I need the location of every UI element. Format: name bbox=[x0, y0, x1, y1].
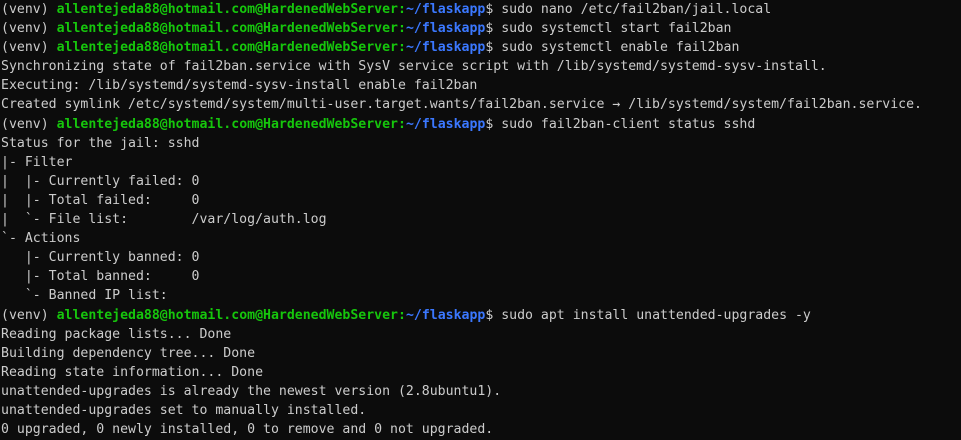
output-line: | |- Total failed: 0 bbox=[1, 192, 200, 208]
output-line: unattended-upgrades is already the newes… bbox=[1, 383, 502, 399]
prompt-line: (venv) allentejeda88@hotmail.com@Hardene… bbox=[1, 19, 961, 38]
prompt-user-host: allentejeda88@hotmail.com@HardenedWebSer… bbox=[56, 116, 398, 132]
prompt-path: ~/flaskapp bbox=[405, 21, 486, 37]
prompt-venv: (venv) bbox=[1, 40, 57, 56]
output-line: |- Currently banned: 0 bbox=[1, 250, 200, 266]
output-line: `- Banned IP list: bbox=[1, 288, 168, 304]
prompt-separator: : bbox=[397, 40, 406, 56]
command-text: sudo apt install unattended-upgrades -y bbox=[501, 307, 811, 323]
prompt-user-host: allentejeda88@hotmail.com@HardenedWebSer… bbox=[56, 307, 398, 323]
prompt-symbol: $ bbox=[485, 21, 502, 37]
prompt-venv: (venv) bbox=[1, 21, 57, 37]
prompt-symbol: $ bbox=[485, 307, 502, 323]
command-text: sudo systemctl enable fail2ban bbox=[501, 40, 740, 56]
prompt-symbol: $ bbox=[485, 2, 502, 17]
prompt-separator: : bbox=[397, 307, 406, 323]
prompt-venv: (venv) bbox=[1, 2, 57, 17]
output-line: Reading state information... Done bbox=[1, 364, 264, 380]
prompt-symbol: $ bbox=[485, 116, 502, 132]
command-text: sudo fail2ban-client status sshd bbox=[501, 116, 756, 132]
prompt-user-host: allentejeda88@hotmail.com@HardenedWebSer… bbox=[56, 21, 398, 37]
output-line: Created symlink /etc/systemd/system/mult… bbox=[1, 97, 922, 113]
prompt-venv: (venv) bbox=[1, 116, 57, 132]
prompt-path: ~/flaskapp bbox=[405, 40, 486, 56]
command-text: sudo systemctl start fail2ban bbox=[501, 21, 732, 37]
output-line: Synchronizing state of fail2ban.service … bbox=[1, 59, 827, 75]
command-text: sudo nano /etc/fail2ban/jail.local bbox=[501, 2, 772, 17]
output-line: | |- Currently failed: 0 bbox=[1, 173, 200, 189]
output-line: `- Actions bbox=[1, 231, 81, 247]
prompt-symbol: $ bbox=[485, 40, 502, 56]
output-line: Executing: /lib/systemd/systemd-sysv-ins… bbox=[1, 78, 478, 94]
prompt-separator: : bbox=[397, 116, 406, 132]
prompt-path: ~/flaskapp bbox=[405, 116, 486, 132]
output-line: | `- File list: /var/log/auth.log bbox=[1, 212, 327, 228]
prompt-path: ~/flaskapp bbox=[405, 307, 486, 323]
prompt-separator: : bbox=[397, 21, 406, 37]
prompt-line: (venv) allentejeda88@hotmail.com@Hardene… bbox=[1, 38, 961, 57]
output-line: Reading package lists... Done bbox=[1, 326, 232, 342]
prompt-line: (venv) allentejeda88@hotmail.com@Hardene… bbox=[1, 115, 961, 134]
prompt-path: ~/flaskapp bbox=[405, 2, 486, 17]
output-line: Status for the jail: sshd bbox=[1, 135, 200, 151]
prompt-venv: (venv) bbox=[1, 307, 57, 323]
prompt-line: (venv) allentejeda88@hotmail.com@Hardene… bbox=[1, 306, 961, 325]
terminal-window[interactable]: (venv) allentejeda88@hotmail.com@Hardene… bbox=[0, 0, 961, 440]
prompt-line: (venv) allentejeda88@hotmail.com@Hardene… bbox=[1, 0, 961, 19]
prompt-user-host: allentejeda88@hotmail.com@HardenedWebSer… bbox=[56, 2, 398, 17]
output-line: |- Filter bbox=[1, 154, 73, 170]
prompt-user-host: allentejeda88@hotmail.com@HardenedWebSer… bbox=[56, 40, 398, 56]
prompt-separator: : bbox=[397, 2, 406, 17]
output-line: |- Total banned: 0 bbox=[1, 269, 200, 285]
output-line: 0 upgraded, 0 newly installed, 0 to remo… bbox=[1, 422, 494, 438]
output-line: unattended-upgrades set to manually inst… bbox=[1, 402, 367, 418]
output-line: Building dependency tree... Done bbox=[1, 345, 256, 361]
